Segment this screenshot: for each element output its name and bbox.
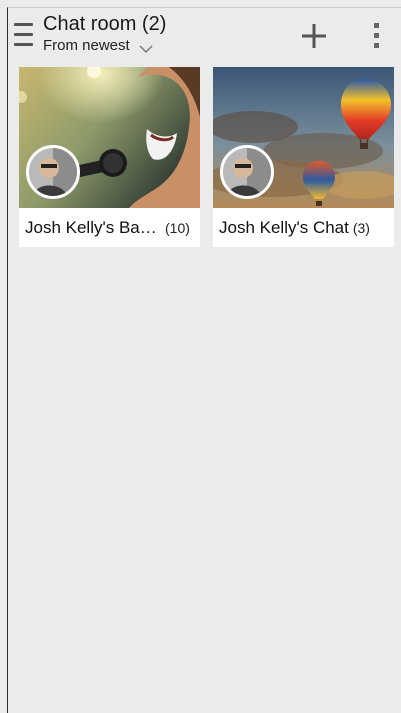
sort-label: From newest [43, 37, 130, 54]
sort-dropdown[interactable]: From newest [43, 37, 153, 55]
avatar [26, 145, 80, 199]
chevron-down-icon [139, 41, 153, 54]
plus-icon [302, 24, 326, 48]
add-button[interactable] [298, 20, 330, 52]
app-header: Chat room (2) From newest [8, 8, 401, 65]
chat-room-caption: Josh Kelly's Chat (3) [213, 208, 394, 247]
page-title: Chat room (2) [43, 13, 167, 35]
chat-room-name: Josh Kelly's Ba… [25, 217, 157, 237]
message-count: (3) [352, 219, 370, 236]
chat-room-card[interactable]: Josh Kelly's Ba… (10) [19, 67, 200, 247]
chat-room-card[interactable]: Josh Kelly's Chat (3) [213, 67, 394, 247]
more-options-icon[interactable] [366, 20, 386, 52]
avatar [220, 145, 274, 199]
chat-room-caption: Josh Kelly's Ba… (10) [19, 208, 200, 247]
chat-room-name: Josh Kelly's Chat [219, 217, 349, 237]
message-count: (10) [165, 219, 190, 236]
menu-icon[interactable] [14, 23, 33, 47]
app-frame: Chat room (2) From newest Josh Kelly's B… [7, 7, 401, 713]
